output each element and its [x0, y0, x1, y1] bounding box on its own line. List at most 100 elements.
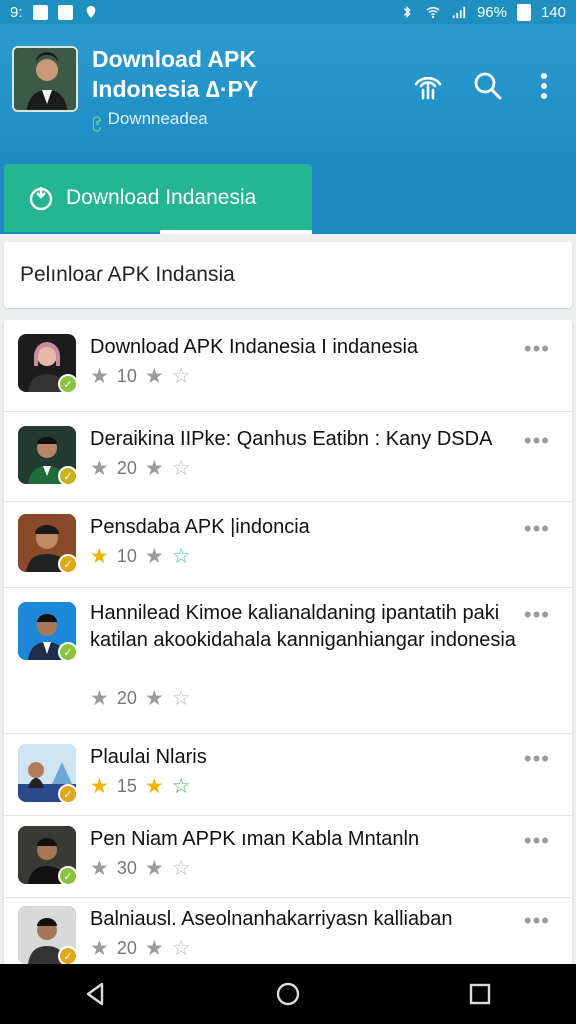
location-icon: [86, 5, 95, 19]
item-title: Balniausl. Aseolnanhakarriyasn kalliaban: [90, 908, 453, 930]
status-bar: 9: 96% 140: [0, 0, 576, 24]
status-left-text: 9:: [10, 3, 23, 21]
more-horiz-icon[interactable]: •••: [524, 336, 550, 362]
app-title: Download APK Indonesia ∆·PY: [92, 46, 259, 102]
star-icon: ★: [144, 775, 164, 798]
item-title: Pen Niam APPK ıman Kabla Mntanln: [90, 828, 420, 850]
star-outline-icon: ☆: [171, 687, 191, 710]
list-item[interactable]: ✓ Hannilead Kimoe kalianaldaning ipantat…: [4, 588, 572, 734]
verified-badge-icon: ✓: [58, 642, 76, 660]
star-icon: ★: [90, 545, 109, 568]
star-icon: ★: [144, 937, 164, 960]
app-icon: ✓: [18, 426, 76, 484]
download-icon: [29, 187, 53, 211]
photo-icon: [32, 4, 48, 20]
app-avatar[interactable]: [12, 46, 78, 112]
star-outline-icon: ☆: [171, 937, 191, 960]
more-horiz-icon[interactable]: •••: [524, 602, 550, 628]
list-item[interactable]: ✓ Deraikina IIPke: Qanhus Eatibn : Kany …: [4, 412, 572, 502]
content: Pelınloaɾ APK Indansia ✓ Download APK In…: [0, 234, 576, 964]
app-icon: ✓: [18, 906, 76, 964]
more-vert-icon[interactable]: [528, 70, 560, 102]
app-icon: ✓: [18, 744, 76, 802]
recents-icon[interactable]: [466, 980, 494, 1008]
app-subtitle: ၉ Downneadea: [92, 108, 208, 133]
rating-count: 10: [116, 366, 137, 386]
back-icon[interactable]: [82, 980, 110, 1008]
star-outline-icon: ☆: [171, 545, 191, 568]
nav-bar: [0, 964, 576, 1024]
rating-count: 10: [116, 546, 137, 566]
item-title: Pensdaba APK |indoncia: [90, 516, 310, 538]
more-horiz-icon[interactable]: •••: [524, 828, 550, 854]
star-outline-icon: ☆: [171, 857, 191, 880]
star-icon: ★: [144, 857, 164, 880]
tab-download-indonesia[interactable]: Download Indanesia: [4, 164, 312, 232]
clock: 140: [540, 3, 566, 21]
item-title: Download APK Indanesia I indanesia: [90, 336, 419, 358]
star-outline-icon: ☆: [171, 457, 191, 480]
subtitle-prefix: ၉: [92, 109, 102, 128]
rating-count: 20: [116, 458, 137, 478]
app-bar: Download APK Indonesia ∆·PY ၉ Downneadea: [0, 24, 576, 160]
list-item[interactable]: ✓ Balniausl. Aseolnanhakarriyasn kalliab…: [4, 898, 572, 964]
app-list: ✓ Download APK Indanesia I indanesia ★ 1…: [4, 320, 572, 964]
app-icon: ✓: [18, 514, 76, 572]
list-item[interactable]: ✓ Pensdaba APK |indoncia ★ 10 ★ ☆ •••: [4, 502, 572, 588]
app-icon: ✓: [18, 826, 76, 884]
verified-badge-icon: ✓: [58, 946, 76, 964]
list-item[interactable]: ✓ Download APK Indanesia I indanesia ★ 1…: [4, 320, 572, 412]
battery-icon: [516, 3, 531, 21]
star-icon: ★: [90, 857, 109, 880]
search-text: Pelınloaɾ APK Indansia: [20, 263, 235, 286]
more-horiz-icon[interactable]: •••: [524, 428, 550, 454]
star-icon: ★: [90, 687, 109, 710]
item-title: Hannilead Kimoe kalianaldaning ipantatih…: [90, 602, 516, 651]
star-icon: ★: [144, 545, 164, 568]
notification-icon: [57, 4, 73, 20]
app-icon: ✓: [18, 602, 76, 660]
star-icon: ★: [90, 457, 109, 480]
bluetooth-icon: [403, 5, 411, 19]
item-rating: ★ 15 ★ ☆: [90, 776, 191, 797]
star-icon: ★: [144, 687, 164, 710]
list-item[interactable]: ✓ Plaulai Nlaris ★ 15 ★ ☆ •••: [4, 734, 572, 816]
rating-count: 20: [116, 938, 137, 958]
more-horiz-icon[interactable]: •••: [524, 516, 550, 542]
search-box[interactable]: Pelınloaɾ APK Indansia: [4, 242, 572, 308]
list-item[interactable]: ✓ Pen Niam APPK ıman Kabla Mntanln ★ 30 …: [4, 816, 572, 898]
subtitle-text: Downneadea: [107, 109, 208, 128]
rating-count: 30: [116, 858, 137, 878]
item-rating: ★ 10 ★ ☆: [90, 366, 191, 387]
more-horiz-icon[interactable]: •••: [524, 908, 550, 934]
search-icon[interactable]: [472, 70, 504, 102]
item-rating: ★ 20 ★ ☆: [90, 938, 191, 959]
tab-label: Download Indanesia: [66, 186, 257, 209]
verified-badge-icon: ✓: [58, 374, 76, 392]
star-outline-icon: ☆: [171, 775, 191, 798]
item-rating: ★ 30 ★ ☆: [90, 858, 191, 879]
item-rating: ★ 20 ★ ☆: [90, 458, 191, 479]
star-icon: ★: [90, 365, 109, 388]
star-icon: ★: [144, 365, 164, 388]
app-icon: ✓: [18, 334, 76, 392]
item-title: Deraikina IIPke: Qanhus Eatibn : Kany DS…: [90, 428, 493, 450]
verified-badge-icon: ✓: [58, 466, 76, 484]
star-icon: ★: [90, 775, 109, 798]
person-photo-icon: [14, 48, 76, 110]
verified-badge-icon: ✓: [58, 554, 76, 572]
star-icon: ★: [90, 937, 109, 960]
more-horiz-icon[interactable]: •••: [524, 746, 550, 772]
rating-count: 15: [116, 776, 137, 796]
verified-badge-icon: ✓: [58, 784, 76, 802]
item-rating: ★ 10 ★ ☆: [90, 546, 191, 567]
antenna-icon[interactable]: [412, 70, 444, 102]
rating-count: 20: [116, 688, 137, 708]
star-outline-icon: ☆: [171, 365, 191, 388]
battery-percent: 96%: [476, 3, 507, 21]
star-icon: ★: [144, 457, 164, 480]
item-title: Plaulai Nlaris: [90, 746, 207, 768]
signal-icon: [452, 6, 466, 19]
tab-strip: Download Indanesia: [0, 160, 576, 234]
home-icon[interactable]: [274, 980, 302, 1008]
